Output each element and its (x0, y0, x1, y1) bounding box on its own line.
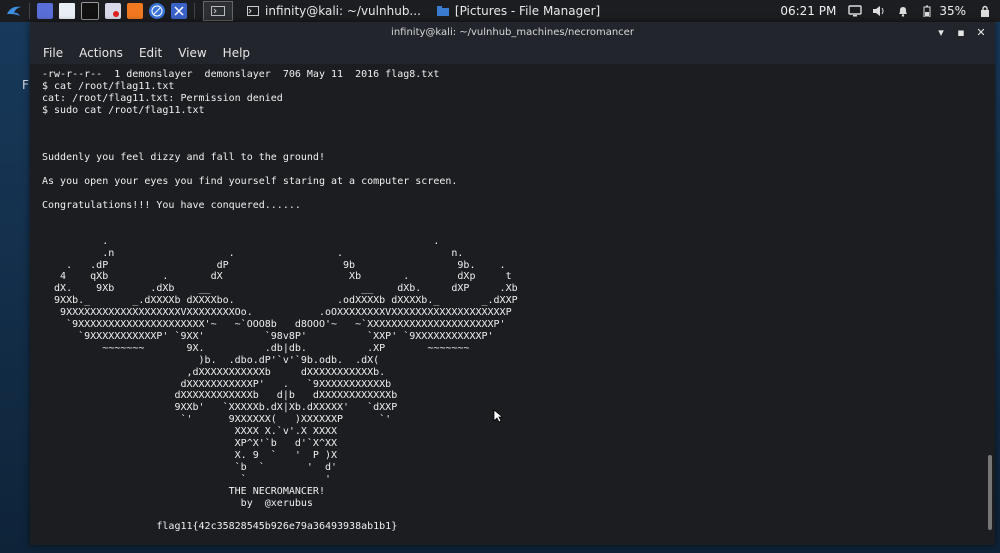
app-launcher-bar (0, 0, 239, 22)
file-manager-icon[interactable] (59, 3, 75, 19)
taskbar-item-terminal[interactable]: infinity@kali: ~/vulnhub... (239, 0, 429, 22)
lock-screen-icon[interactable] (978, 5, 992, 17)
window-titlebar[interactable]: infinity@kali: ~/vulnhub_machines/necrom… (30, 22, 995, 42)
close-icon[interactable]: ✕ (973, 24, 989, 40)
window-controls: ▾ ▪ ✕ (929, 24, 989, 40)
menu-file[interactable]: File (43, 46, 63, 60)
taskbar-item-label: [Pictures - File Manager] (454, 4, 601, 18)
maximize-icon[interactable]: ▪ (953, 24, 969, 40)
screen-recorder-icon[interactable] (105, 3, 121, 19)
display-icon[interactable] (848, 5, 863, 17)
workspace-switcher[interactable] (203, 1, 233, 21)
window-title: infinity@kali: ~/vulnhub_machines/necrom… (391, 26, 634, 38)
taskbar-item-label: infinity@kali: ~/vulnhub... (265, 4, 421, 18)
panel-separator (194, 3, 195, 19)
terminal-window-icon (247, 6, 259, 16)
mouse-pointer-icon (493, 409, 503, 423)
tools-icon[interactable] (171, 3, 187, 19)
terminal-output-area[interactable]: -rw-r--r-- 1 demonslayer demonslayer 706… (30, 64, 995, 545)
browser-icon[interactable] (149, 3, 165, 19)
menu-view[interactable]: View (178, 46, 206, 60)
desktop-icon-label[interactable]: F (22, 78, 29, 92)
terminal-window: infinity@kali: ~/vulnhub_machines/necrom… (30, 22, 995, 545)
system-tray: 06:21 PM 35% (773, 0, 1000, 22)
terminal-output: -rw-r--r-- 1 demonslayer demonslayer 706… (42, 69, 518, 533)
notifications-bell-icon[interactable] (896, 5, 910, 17)
terminal-scrollbar[interactable] (988, 455, 992, 530)
folder-icon (436, 6, 449, 16)
terminal-icon[interactable] (81, 2, 99, 20)
menu-help[interactable]: Help (223, 46, 250, 60)
menu-edit[interactable]: Edit (139, 46, 162, 60)
menu-bar: File Actions Edit View Help (30, 42, 995, 64)
menu-actions[interactable]: Actions (79, 46, 123, 60)
battery-percentage: 35% (939, 4, 966, 18)
clock[interactable]: 06:21 PM (780, 4, 836, 18)
panel-separator (29, 3, 30, 19)
kali-menu-icon[interactable] (6, 3, 22, 19)
taskbar-item-file-manager[interactable]: [Pictures - File Manager] (429, 0, 608, 22)
battery-icon[interactable] (920, 5, 934, 17)
volume-icon[interactable] (872, 5, 886, 17)
minimize-icon[interactable]: ▾ (933, 24, 949, 40)
burp-icon[interactable] (127, 3, 143, 19)
show-desktop-icon[interactable] (37, 3, 53, 19)
top-panel: infinity@kali: ~/vulnhub... [Pictures - … (0, 0, 1000, 22)
